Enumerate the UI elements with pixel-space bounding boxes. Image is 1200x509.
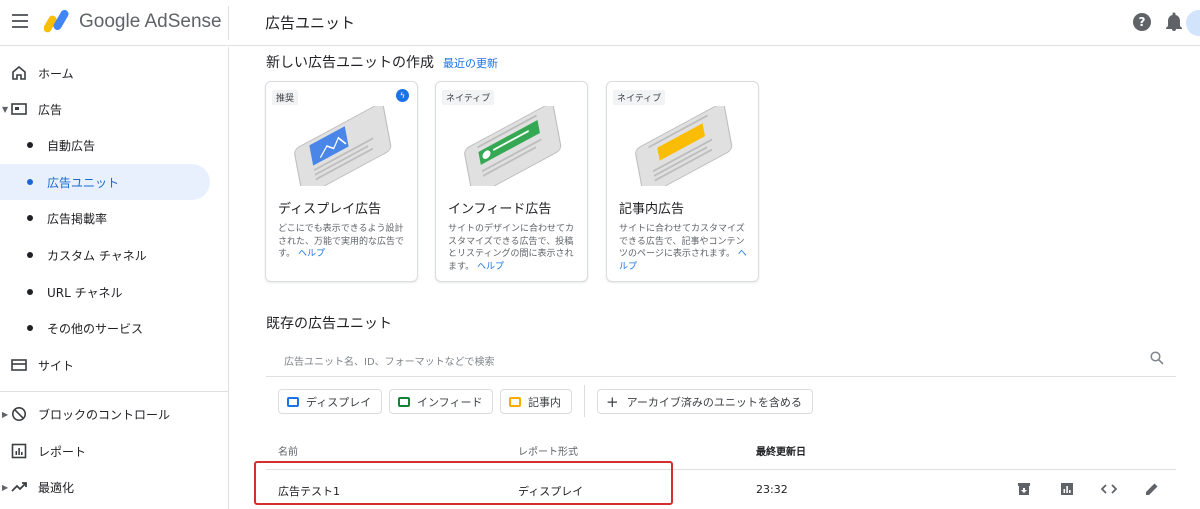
- sidebar-item-home[interactable]: ホーム: [0, 55, 210, 91]
- adsense-logo: [44, 9, 69, 33]
- sidebar-item-custom-channels[interactable]: カスタム チャネル: [0, 237, 210, 273]
- filter-chip-infeed[interactable]: インフィード: [389, 389, 494, 414]
- help-link[interactable]: ヘルプ: [477, 262, 504, 272]
- cell-report-format: ディスプレイ: [518, 485, 584, 498]
- infeed-format-icon: [398, 396, 410, 407]
- in-article-ad-illustration: [635, 106, 733, 186]
- bullet-icon: [27, 179, 33, 185]
- sidebar-item-label: 最適化: [38, 480, 75, 495]
- chip-label: インフィード: [417, 395, 483, 409]
- sidebar-item-label: ホーム: [38, 66, 74, 81]
- card-badge: ネイティブ: [442, 90, 495, 105]
- sidebar-item-sites[interactable]: サイト: [0, 347, 210, 383]
- sidebar-item-label: サイト: [38, 358, 75, 373]
- sidebar-item-label: 広告: [38, 102, 63, 117]
- existing-section-title: 既存の広告ユニット: [266, 316, 392, 332]
- bullet-icon: [27, 252, 33, 258]
- chip-label: ディスプレイ: [306, 395, 372, 409]
- card-title: 記事内広告: [619, 202, 685, 217]
- block-icon: [12, 407, 26, 421]
- infeed-ad-illustration: [464, 106, 562, 186]
- chip-label: アーカイブ済みのユニットを含める: [626, 395, 802, 409]
- search-input[interactable]: 広告ユニット名、ID、フォーマットなどで検索: [284, 353, 494, 368]
- display-ad-illustration: [294, 106, 392, 186]
- bullet-icon: [27, 289, 33, 295]
- bullet-icon: [27, 325, 33, 331]
- card-description: サイトに合わせてカスタマイズできる広告で、記事やコンテンツのページに表示されます…: [619, 224, 747, 272]
- sidebar-item-blocking-controls[interactable]: ▶ ブロックのコントロール: [0, 396, 210, 432]
- page-title: 広告ユニット: [265, 14, 356, 32]
- sidebar-item-label: レポート: [38, 444, 87, 459]
- caret-right-icon: ▶: [2, 482, 9, 492]
- plus-icon: +: [606, 392, 619, 411]
- archive-icon[interactable]: [1015, 480, 1033, 498]
- bullet-icon: [27, 215, 33, 221]
- chip-divider: [584, 385, 585, 417]
- sidebar-item-label: 広告掲載率: [47, 211, 108, 226]
- card-in-article-ad[interactable]: ネイティブ 記事内広告 サイトに合わせてカスタマイズできる広告で、記事やコンテン…: [606, 81, 759, 282]
- column-header-name[interactable]: 名前: [278, 443, 298, 458]
- recent-updates-link[interactable]: 最近の更新: [443, 55, 498, 71]
- sidebar-item-label: カスタム チャネル: [47, 248, 147, 263]
- caret-down-icon: ▼: [2, 104, 9, 114]
- sidebar-item-ad-units[interactable]: 広告ユニット: [0, 164, 210, 200]
- menu-icon[interactable]: [12, 14, 28, 28]
- card-infeed-ad[interactable]: ネイティブ インフィード広告 サイトのデザインに合わせてカスタマイズできる広告で…: [435, 81, 588, 282]
- create-section-title: 新しい広告ユニットの作成: [266, 55, 434, 71]
- header-divider: [228, 6, 229, 40]
- brand-name: Google AdSense: [79, 11, 222, 32]
- filter-chip-in-article[interactable]: 記事内: [500, 389, 572, 414]
- code-icon[interactable]: [1100, 480, 1118, 498]
- site-icon: [11, 359, 27, 371]
- card-badge: ネイティブ: [613, 90, 666, 105]
- sidebar-item-label: 自動広告: [47, 138, 96, 153]
- filter-chip-display[interactable]: ディスプレイ: [278, 389, 383, 414]
- edit-pencil-icon[interactable]: [1143, 480, 1161, 498]
- help-icon[interactable]: ?: [1133, 13, 1151, 31]
- chip-label: 記事内: [528, 395, 561, 409]
- column-header-last-updated[interactable]: 最終更新日: [756, 443, 806, 458]
- ads-icon: [11, 103, 27, 115]
- sidebar-item-other-services[interactable]: その他のサービス: [0, 310, 210, 346]
- sidebar-item-optimization[interactable]: ▶ 最適化: [0, 469, 210, 505]
- display-format-icon: [287, 396, 299, 407]
- ad-unit-search[interactable]: 広告ユニット名、ID、フォーマットなどで検索: [266, 343, 1176, 377]
- help-link[interactable]: ヘルプ: [298, 249, 325, 259]
- card-title: インフィード広告: [448, 202, 552, 217]
- sidebar-item-label: 広告ユニット: [47, 175, 120, 190]
- include-archived-chip[interactable]: + アーカイブ済みのユニットを含める: [597, 389, 813, 414]
- card-description: サイトのデザインに合わせてカスタマイズできる広告で、投稿とリスティングの間に表示…: [448, 224, 575, 272]
- sidebar-item-url-channels[interactable]: URL チャネル: [0, 274, 210, 310]
- cell-last-updated: 23:32: [756, 483, 788, 496]
- optimize-icon: [11, 482, 27, 492]
- card-display-ad[interactable]: 推奨 ϟ ディスプレイ広告 どこにでも表示できるよう設計された、万能で実用的な広…: [265, 81, 418, 282]
- caret-right-icon: ▶: [2, 409, 9, 419]
- sidebar-item-ad-coverage[interactable]: 広告掲載率: [0, 200, 210, 236]
- sidebar-item-label: その他のサービス: [47, 321, 144, 336]
- sidebar-item-label: URL チャネル: [47, 285, 123, 300]
- report-icon: [11, 443, 27, 459]
- card-title: ディスプレイ広告: [278, 202, 382, 217]
- sidebar-item-label: ブロックのコントロール: [38, 407, 171, 422]
- card-badge: 推奨: [272, 90, 299, 105]
- card-description: どこにでも表示できるよう設計された、万能で実用的な広告です。 ヘルプ: [278, 224, 405, 259]
- in-article-format-icon: [509, 396, 521, 407]
- avatar[interactable]: [1186, 10, 1200, 36]
- notifications-bell-icon[interactable]: [1165, 12, 1183, 32]
- sidebar-item-ads[interactable]: ▼ 広告: [0, 91, 210, 127]
- column-header-report-format[interactable]: レポート形式: [518, 443, 578, 458]
- bolt-icon: ϟ: [396, 89, 409, 102]
- sidebar-item-reports[interactable]: レポート: [0, 433, 210, 469]
- cell-ad-unit-name[interactable]: 広告テスト1: [278, 483, 340, 499]
- bullet-icon: [27, 142, 33, 148]
- home-icon: [12, 65, 26, 80]
- search-icon[interactable]: [1150, 351, 1164, 365]
- sidebar: ホーム ▼ 広告 自動広告 広告ユニット 広告掲載率 カスタム チャネル URL…: [0, 47, 229, 509]
- top-bar: Google AdSense 広告ユニット ?: [0, 0, 1200, 46]
- report-icon[interactable]: [1058, 480, 1076, 498]
- sidebar-item-auto-ads[interactable]: 自動広告: [0, 127, 210, 163]
- sidebar-divider: [0, 391, 229, 392]
